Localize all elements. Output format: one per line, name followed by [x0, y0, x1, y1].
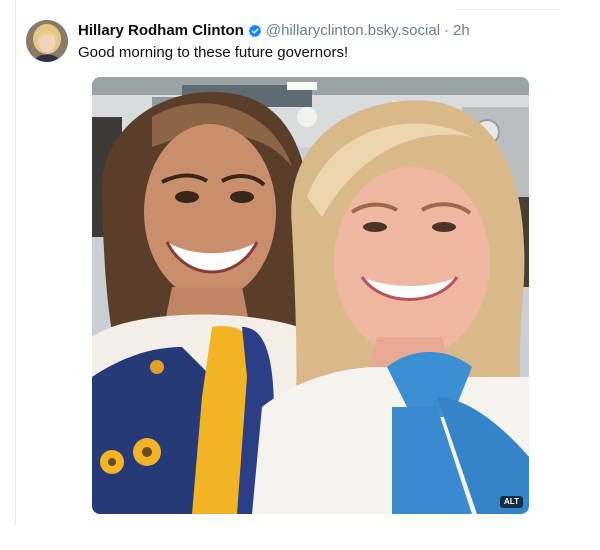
- post-text: Good morning to these future governors!: [78, 44, 349, 61]
- alt-text-badge[interactable]: ALT: [500, 496, 523, 508]
- author-handle[interactable]: @hillaryclinton.bsky.social: [266, 21, 440, 41]
- thread-left-border: [15, 0, 16, 525]
- author-avatar[interactable]: [26, 20, 68, 62]
- author-name[interactable]: Hillary Rodham Clinton: [78, 21, 244, 41]
- post-image[interactable]: ALT: [92, 77, 529, 514]
- feed-post[interactable]: Hillary Rodham Clinton @hillaryclinton.b…: [26, 18, 536, 523]
- post-timestamp[interactable]: 2h: [453, 21, 470, 41]
- feed-divider: [455, 9, 560, 10]
- post-header: Hillary Rodham Clinton @hillaryclinton.b…: [78, 21, 470, 41]
- verified-check-icon[interactable]: [248, 24, 262, 38]
- meta-separator: ·: [444, 22, 450, 39]
